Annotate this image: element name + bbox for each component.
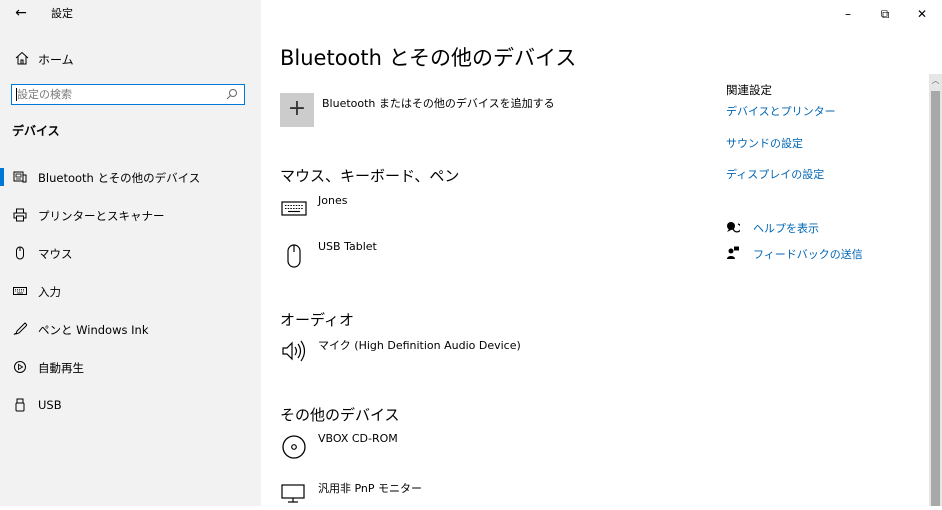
section-title: デバイス bbox=[12, 124, 60, 138]
sidebar-item-label: USB bbox=[38, 398, 62, 412]
scrollbar-thumb[interactable] bbox=[931, 91, 940, 506]
speaker-icon bbox=[282, 340, 306, 362]
sidebar-item-usb[interactable]: USB bbox=[0, 390, 261, 420]
sidebar-item-label: 入力 bbox=[38, 285, 61, 299]
link-sound-settings[interactable]: サウンドの設定 bbox=[726, 135, 803, 151]
device-item-usb-tablet[interactable]: USB Tablet bbox=[280, 240, 610, 270]
add-device-label: Bluetooth またはその他のデバイスを追加する bbox=[322, 97, 555, 110]
usb-icon bbox=[15, 398, 25, 412]
autoplay-icon bbox=[14, 361, 26, 373]
help-link-label: ヘルプを表示 bbox=[753, 222, 819, 235]
sidebar-item-pen[interactable]: ペンと Windows Ink bbox=[0, 314, 261, 344]
sidebar: ← 設定 ホーム デバイス Bluetooth とその他のデバイス bbox=[0, 0, 261, 506]
search-input[interactable] bbox=[12, 85, 222, 104]
device-name: マイク (High Definition Audio Device) bbox=[318, 339, 521, 352]
sidebar-item-label: Bluetooth とその他のデバイス bbox=[38, 171, 201, 185]
back-arrow-icon[interactable]: ← bbox=[10, 2, 32, 24]
sidebar-item-label: 自動再生 bbox=[38, 361, 84, 375]
printer-icon bbox=[13, 208, 27, 222]
bluetooth-devices-icon bbox=[13, 171, 27, 183]
page-title: Bluetooth とその他のデバイス bbox=[280, 46, 577, 70]
mouse-icon bbox=[287, 244, 301, 268]
pen-icon bbox=[13, 322, 27, 336]
keyboard-icon bbox=[13, 287, 27, 295]
feedback-link[interactable]: フィードバックの送信 bbox=[726, 245, 926, 263]
device-name: Jones bbox=[318, 194, 348, 207]
device-item-cdrom[interactable]: VBOX CD-ROM bbox=[280, 432, 610, 462]
device-item-jones[interactable]: Jones bbox=[280, 194, 610, 224]
plus-icon: + bbox=[287, 96, 307, 121]
sidebar-item-printers[interactable]: プリンターとスキャナー bbox=[0, 200, 261, 230]
scrollbar[interactable]: ︿ bbox=[929, 74, 942, 506]
search-icon[interactable] bbox=[226, 88, 238, 100]
disc-icon bbox=[282, 435, 306, 459]
sidebar-item-label: マウス bbox=[38, 247, 73, 261]
help-link[interactable]: ヘルプを表示 bbox=[726, 219, 926, 237]
group-title-other-devices: その他のデバイス bbox=[280, 406, 400, 424]
nav-home[interactable]: ホーム bbox=[0, 46, 261, 72]
device-item-microphone[interactable]: マイク (High Definition Audio Device) bbox=[280, 337, 610, 367]
feedback-link-label: フィードバックの送信 bbox=[753, 248, 863, 261]
group-title-audio: オーディオ bbox=[280, 311, 354, 329]
keyboard-icon bbox=[281, 201, 307, 216]
add-icon-box: + bbox=[280, 93, 314, 127]
link-display-settings[interactable]: ディスプレイの設定 bbox=[726, 166, 824, 182]
sidebar-item-input[interactable]: 入力 bbox=[0, 276, 261, 306]
add-device-button[interactable]: + Bluetooth またはその他のデバイスを追加する bbox=[280, 93, 580, 127]
search-box[interactable] bbox=[11, 84, 245, 105]
link-devices-and-printers[interactable]: デバイスとプリンター bbox=[726, 103, 836, 119]
device-name: VBOX CD-ROM bbox=[318, 432, 398, 445]
sidebar-item-bluetooth[interactable]: Bluetooth とその他のデバイス bbox=[0, 162, 261, 192]
feedback-person-icon bbox=[727, 246, 739, 259]
sidebar-item-label: プリンターとスキャナー bbox=[38, 209, 165, 223]
sidebar-item-mouse[interactable]: マウス bbox=[0, 238, 261, 268]
selection-indicator bbox=[0, 168, 4, 186]
nav-home-label: ホーム bbox=[38, 53, 74, 67]
home-icon bbox=[15, 51, 29, 65]
device-name: USB Tablet bbox=[318, 240, 377, 253]
app-title: 設定 bbox=[51, 7, 73, 20]
mouse-icon bbox=[16, 246, 24, 260]
scroll-up-arrow-icon[interactable]: ︿ bbox=[930, 75, 941, 87]
main-content: Bluetooth とその他のデバイス + Bluetooth またはその他のデ… bbox=[261, 0, 942, 506]
device-name: 汎用非 PnP モニター bbox=[318, 482, 423, 495]
sidebar-item-label: ペンと Windows Ink bbox=[38, 323, 149, 337]
help-chat-icon bbox=[727, 222, 740, 233]
sidebar-item-autoplay[interactable]: 自動再生 bbox=[0, 352, 261, 382]
group-title-input-devices: マウス、キーボード、ペン bbox=[280, 167, 460, 185]
monitor-icon bbox=[281, 484, 305, 503]
related-settings-title: 関連設定 bbox=[726, 83, 772, 97]
